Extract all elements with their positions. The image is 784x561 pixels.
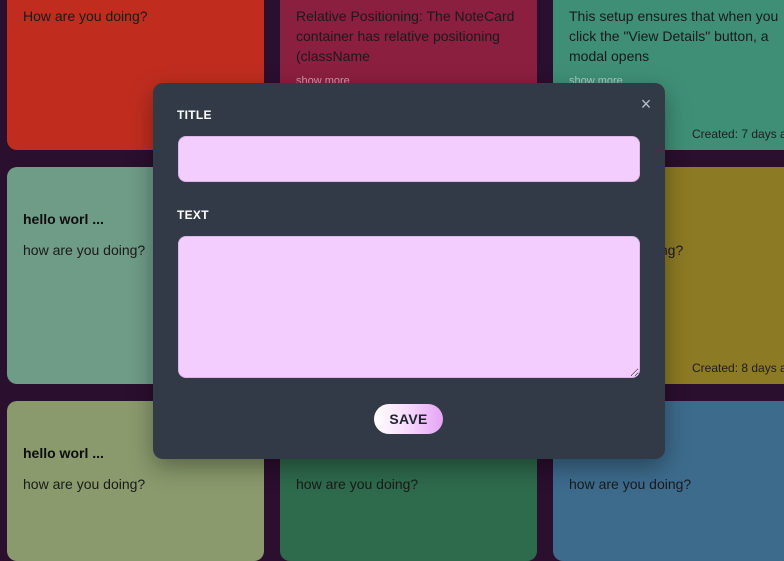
note-edit-modal: × TITLE TEXT SAVE — [153, 83, 665, 459]
title-input[interactable] — [178, 136, 640, 182]
title-label: TITLE — [177, 108, 212, 122]
text-textarea[interactable] — [178, 236, 640, 378]
text-label: TEXT — [177, 208, 209, 222]
close-icon[interactable]: × — [637, 95, 655, 113]
save-button[interactable]: SAVE — [374, 404, 443, 434]
